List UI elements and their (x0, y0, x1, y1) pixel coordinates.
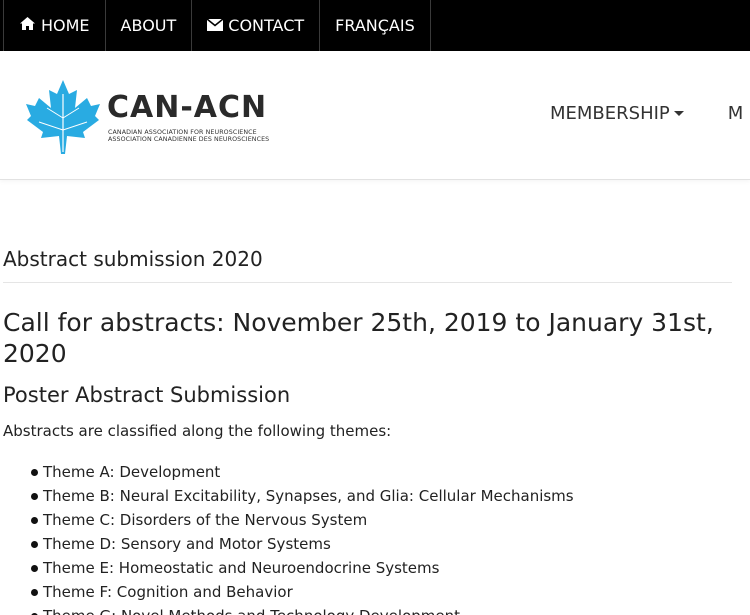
nav-language-label: FRANÇAIS (335, 16, 415, 35)
list-item: Theme E: Homeostatic and Neuroendocrine … (3, 556, 574, 580)
top-nav: HOME ABOUT CONTACT FRANÇAIS (3, 0, 431, 51)
themes-intro-text: Abstracts are classified along the follo… (3, 422, 392, 440)
main-nav: MEMBERSHIP M (550, 103, 750, 124)
logo-subtitle-fr: ASSOCIATION CANADIENNE DES NEUROSCIENCES (108, 136, 270, 143)
site-header: CAN-ACN CANADIAN ASSOCIATION FOR NEUROSC… (0, 51, 750, 180)
title-divider (3, 282, 732, 283)
envelope-icon (206, 16, 228, 35)
nav-contact-label: CONTACT (228, 16, 305, 35)
call-for-abstracts-heading: Call for abstracts: November 25th, 2019 … (3, 308, 714, 368)
list-item: Theme F: Cognition and Behavior (3, 580, 574, 604)
home-icon (19, 16, 41, 35)
poster-submission-heading: Poster Abstract Submission (3, 383, 291, 407)
nav-home-link[interactable]: HOME (3, 0, 105, 51)
nav-membership-label: MEMBERSHIP (550, 103, 670, 124)
nav-language-link[interactable]: FRANÇAIS (319, 0, 431, 51)
top-bar: HOME ABOUT CONTACT FRANÇAIS (0, 0, 750, 51)
list-item: Theme C: Disorders of the Nervous System (3, 508, 574, 532)
nav-next-item[interactable]: M (728, 103, 744, 124)
logo-subtitle-en: CANADIAN ASSOCIATION FOR NEUROSCIENCE (108, 129, 257, 136)
maple-leaf-icon (25, 78, 101, 160)
nav-about-label: ABOUT (120, 16, 177, 35)
nav-next-label: M (727, 103, 744, 124)
themes-list: Theme A: Development Theme B: Neural Exc… (3, 460, 574, 615)
nav-membership-dropdown[interactable]: MEMBERSHIP (550, 103, 684, 124)
list-item: Theme D: Sensory and Motor Systems (3, 532, 574, 556)
list-item: Theme A: Development (3, 460, 574, 484)
list-item: Theme B: Neural Excitability, Synapses, … (3, 484, 574, 508)
list-item: Theme G: Novel Methods and Technology De… (3, 604, 574, 615)
page-title: Abstract submission 2020 (3, 247, 263, 271)
site-logo[interactable]: CAN-ACN CANADIAN ASSOCIATION FOR NEUROSC… (25, 78, 285, 156)
logo-title: CAN-ACN (107, 90, 268, 125)
nav-contact-link[interactable]: CONTACT (191, 0, 319, 51)
caret-down-icon (673, 111, 684, 116)
nav-home-label: HOME (41, 16, 90, 35)
nav-about-link[interactable]: ABOUT (104, 0, 192, 51)
